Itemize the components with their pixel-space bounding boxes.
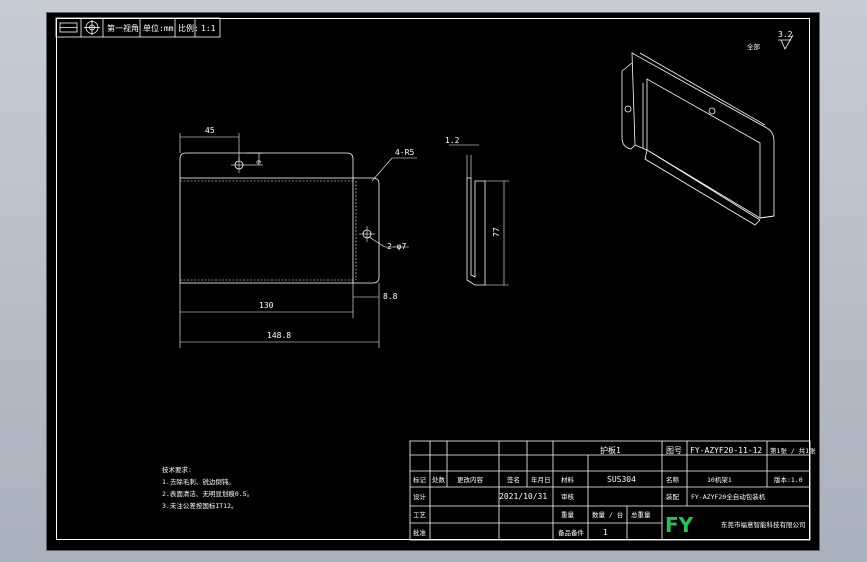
- ratio-value: 1:1: [201, 24, 216, 33]
- approve-label: 批准: [413, 528, 427, 537]
- projection-label-box: 第一视角 单位:mm 比例: 1:1: [55, 17, 221, 38]
- roughness-value: 3.2: [778, 30, 793, 39]
- isometric-view: [621, 52, 775, 226]
- sign-label: 签名: [507, 475, 520, 484]
- sheet-info: 第1张 / 共1张: [770, 446, 816, 455]
- dim-corner-radius: 4-R5: [395, 148, 414, 157]
- unit-text: 单位:mm: [143, 23, 174, 33]
- material-label: 材料: [561, 475, 575, 484]
- qty-label: 数量 / 台: [592, 510, 623, 519]
- title-block: 护板1 图号 FY-AZYF20-11-12 第1张 / 共1张 标记 处数 更…: [409, 440, 816, 541]
- assembly-value: FY-AZYF20全自动包装机: [691, 492, 766, 501]
- projection-text: 第一视角: [107, 23, 139, 33]
- drawing-number: FY-AZYF20-11-12: [690, 446, 762, 455]
- total-label: 总重量: [631, 510, 651, 519]
- iso-hole: [708, 107, 716, 115]
- dim-130: 130: [259, 301, 274, 310]
- dim-45: 45: [205, 126, 215, 135]
- drawing-canvas[interactable]: 第一视角 单位:mm 比例: 1:1 全部 3.2 45 9 4-R5 2-φ7…: [47, 13, 819, 550]
- mark-label: 标记: [413, 475, 427, 484]
- note-item: 2.表面清洁、无明显划痕0.5。: [162, 489, 253, 498]
- side-view: 1.2 77: [445, 136, 509, 286]
- dim-77: 77: [492, 227, 501, 237]
- design-label: 设计: [413, 492, 427, 501]
- roughness-label: 全部: [747, 42, 761, 51]
- surface-roughness: 全部 3.2: [747, 30, 794, 51]
- count-label: 处数: [432, 475, 446, 484]
- dim-8-8: 8.8: [383, 292, 398, 301]
- iso-back-panel: [631, 52, 775, 219]
- weight-label: 重量: [561, 511, 575, 519]
- notes-title: 技术要求:: [162, 465, 192, 474]
- date-label: 年月日: [531, 475, 551, 484]
- front-view: 45 9 4-R5 2-φ7 130 148.8 8.8: [179, 126, 417, 348]
- company-logo: FY: [665, 513, 694, 537]
- review-label: 审核: [561, 492, 575, 501]
- drawing-no-label: 图号: [666, 446, 682, 455]
- name-label: 名称: [666, 475, 680, 484]
- craft-label: 工艺: [413, 511, 427, 519]
- dim-thickness: 1.2: [445, 136, 460, 145]
- iso-hole: [624, 105, 632, 113]
- note-item: 1.去除毛刺、锐边倒钝。: [162, 477, 235, 486]
- front-view-body: [179, 177, 354, 284]
- dim-9: 9: [255, 160, 263, 164]
- note-item: 3.未注公差按国标IT12。: [162, 501, 237, 510]
- dim-hole-diameter: 2-φ7: [387, 242, 406, 251]
- name-value: 10机架1: [707, 475, 732, 484]
- qty-value: 1: [603, 528, 608, 537]
- side-profile: [466, 177, 486, 286]
- cad-drawing: 第一视角 单位:mm 比例: 1:1 全部 3.2 45 9 4-R5 2-φ7…: [55, 17, 816, 541]
- version: 版本:1.0: [774, 475, 803, 484]
- assembly-label: 装配: [666, 492, 680, 501]
- design-date: 2021/10/31: [499, 492, 547, 501]
- spare-label: 备品备件: [558, 528, 585, 537]
- company-name: 东莞市福意智能科技有限公司: [721, 520, 806, 529]
- material-value: SUS304: [607, 475, 636, 484]
- part-name: 护板1: [600, 445, 621, 455]
- technical-notes: 技术要求: 1.去除毛刺、锐边倒钝。 2.表面清洁、无明显划痕0.5。 3.未注…: [162, 465, 253, 510]
- change-label: 更改内容: [457, 475, 484, 484]
- dim-148-8: 148.8: [267, 331, 291, 340]
- ratio-label: 比例:: [178, 23, 199, 33]
